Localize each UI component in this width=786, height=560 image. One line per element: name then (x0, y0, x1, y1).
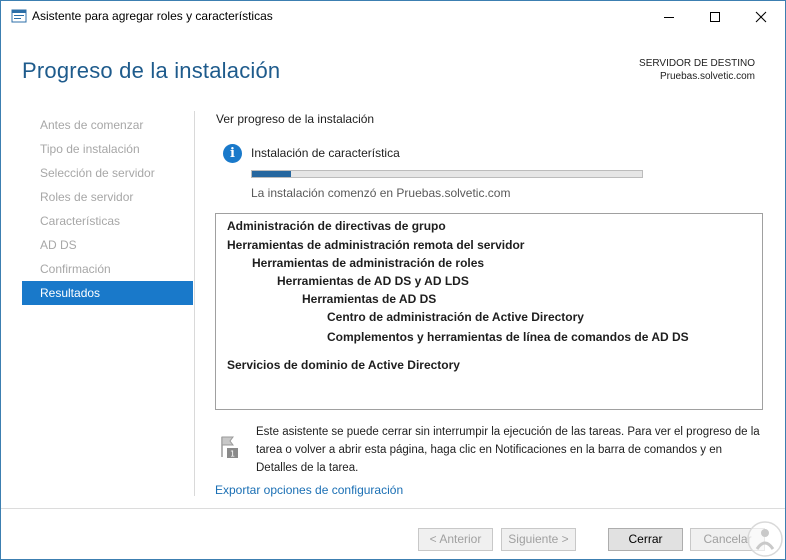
destination-server-name: Pruebas.solvetic.com (659, 71, 755, 82)
result-item: Servicios de dominio de Active Directory (227, 358, 460, 372)
nav-item-confirmacion[interactable]: Confirmación (22, 257, 193, 281)
installation-status: Instalación de característica (251, 146, 400, 160)
maximize-button[interactable] (692, 1, 738, 32)
progress-fill (252, 171, 291, 177)
nav-item-caracteristicas[interactable]: Características (22, 209, 193, 233)
maximize-icon (710, 11, 720, 22)
nav-item-resultados[interactable]: Resultados (22, 281, 193, 305)
wizard-app-icon (11, 9, 27, 23)
results-list[interactable]: Administración de directivas de grupo He… (215, 213, 763, 410)
minimize-icon (664, 16, 674, 18)
window-title: Asistente para agregar roles y caracterí… (32, 9, 273, 23)
installation-started-text: La instalación comenzó en Pruebas.solvet… (251, 186, 511, 200)
wizard-steps-nav: Antes de comenzar Tipo de instalación Se… (22, 113, 193, 305)
result-item: Centro de administración de Active Direc… (327, 310, 584, 324)
close-button[interactable]: Cerrar (608, 528, 683, 551)
result-item: Herramientas de AD DS y AD LDS (277, 274, 469, 288)
destination-server-label: SERVIDOR DE DESTINO (639, 58, 755, 69)
previous-button[interactable]: < Anterior (418, 528, 493, 551)
minimize-button[interactable] (646, 1, 692, 32)
page-title: Progreso de la instalación (22, 58, 281, 83)
nav-item-antes-de-comenzar[interactable]: Antes de comenzar (22, 113, 193, 137)
wizard-window: Asistente para agregar roles y caracterí… (0, 0, 786, 560)
installation-progress-bar (251, 170, 643, 178)
result-item: Herramientas de administración de roles (252, 256, 485, 270)
footer-divider (1, 508, 785, 509)
nav-item-tipo-de-instalacion[interactable]: Tipo de instalación (22, 137, 193, 161)
export-configuration-link[interactable]: Exportar opciones de configuración (215, 483, 403, 497)
result-item: Complementos y herramientas de línea de … (327, 330, 689, 344)
close-wizard-note: Este asistente se puede cerrar sin inter… (256, 426, 760, 474)
result-item: Administración de directivas de grupo (227, 219, 446, 233)
nav-item-roles-de-servidor[interactable]: Roles de servidor (22, 185, 193, 209)
result-item: Herramientas de administración remota de… (227, 238, 525, 252)
next-button[interactable]: Siguiente > (501, 528, 576, 551)
info-icon: i (223, 144, 242, 163)
section-label: Ver progreso de la instalación (216, 112, 375, 126)
nav-divider (194, 111, 195, 496)
title-bar[interactable]: Asistente para agregar roles y caracterí… (1, 1, 785, 32)
notification-flag-icon: 1 (221, 436, 238, 459)
svg-text:1: 1 (230, 450, 235, 459)
close-window-button[interactable] (738, 1, 784, 32)
nav-item-seleccion-de-servidor[interactable]: Selección de servidor (22, 161, 193, 185)
nav-item-ad-ds[interactable]: AD DS (22, 233, 193, 257)
logo-watermark-icon (747, 521, 783, 557)
result-item: Herramientas de AD DS (302, 292, 437, 306)
close-icon (755, 11, 767, 22)
